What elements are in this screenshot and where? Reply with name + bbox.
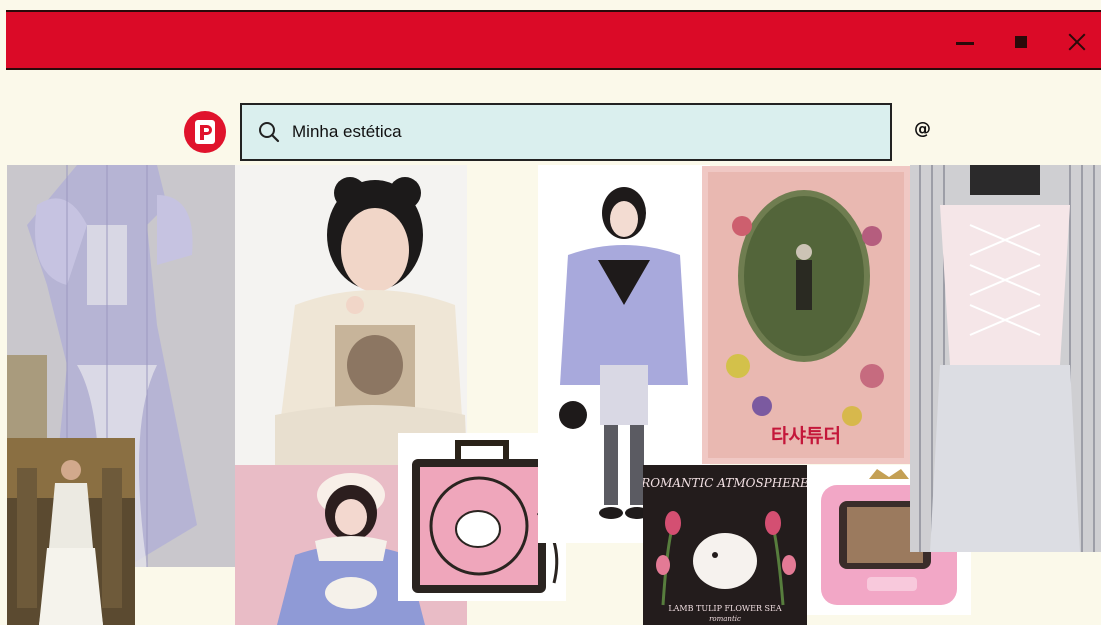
gallery-image-corset-stripes[interactable] xyxy=(910,165,1101,552)
search-bar[interactable] xyxy=(240,103,892,161)
poster-caption: LAMB TULIP FLOWER SEA xyxy=(668,604,782,613)
pinterest-logo[interactable] xyxy=(184,111,226,153)
poster-heading: ROMANTIC ATMOSPHERE xyxy=(643,476,807,490)
close-icon[interactable] xyxy=(1062,28,1092,56)
search-input[interactable] xyxy=(290,121,854,143)
poster-title: 타샤튜더 xyxy=(771,425,841,447)
gallery-image-lamb-poster[interactable]: ROMANTIC ATMOSPHERE LAMB TULIP FLOWER SE… xyxy=(643,465,807,625)
gallery-image-kitten-corset[interactable] xyxy=(235,165,467,465)
search-icon xyxy=(259,122,280,143)
poster-subcaption: romantic xyxy=(709,615,741,623)
gallery-image-runway-lace[interactable] xyxy=(7,438,135,625)
minimize-icon[interactable] xyxy=(950,28,980,56)
title-bar xyxy=(6,10,1101,70)
at-sign-icon[interactable]: @ xyxy=(914,119,931,139)
maximize-icon[interactable] xyxy=(1006,28,1036,56)
app-window: @ xyxy=(6,0,1101,625)
gallery-image-movie-poster[interactable]: 타샤튜더 xyxy=(702,166,910,464)
